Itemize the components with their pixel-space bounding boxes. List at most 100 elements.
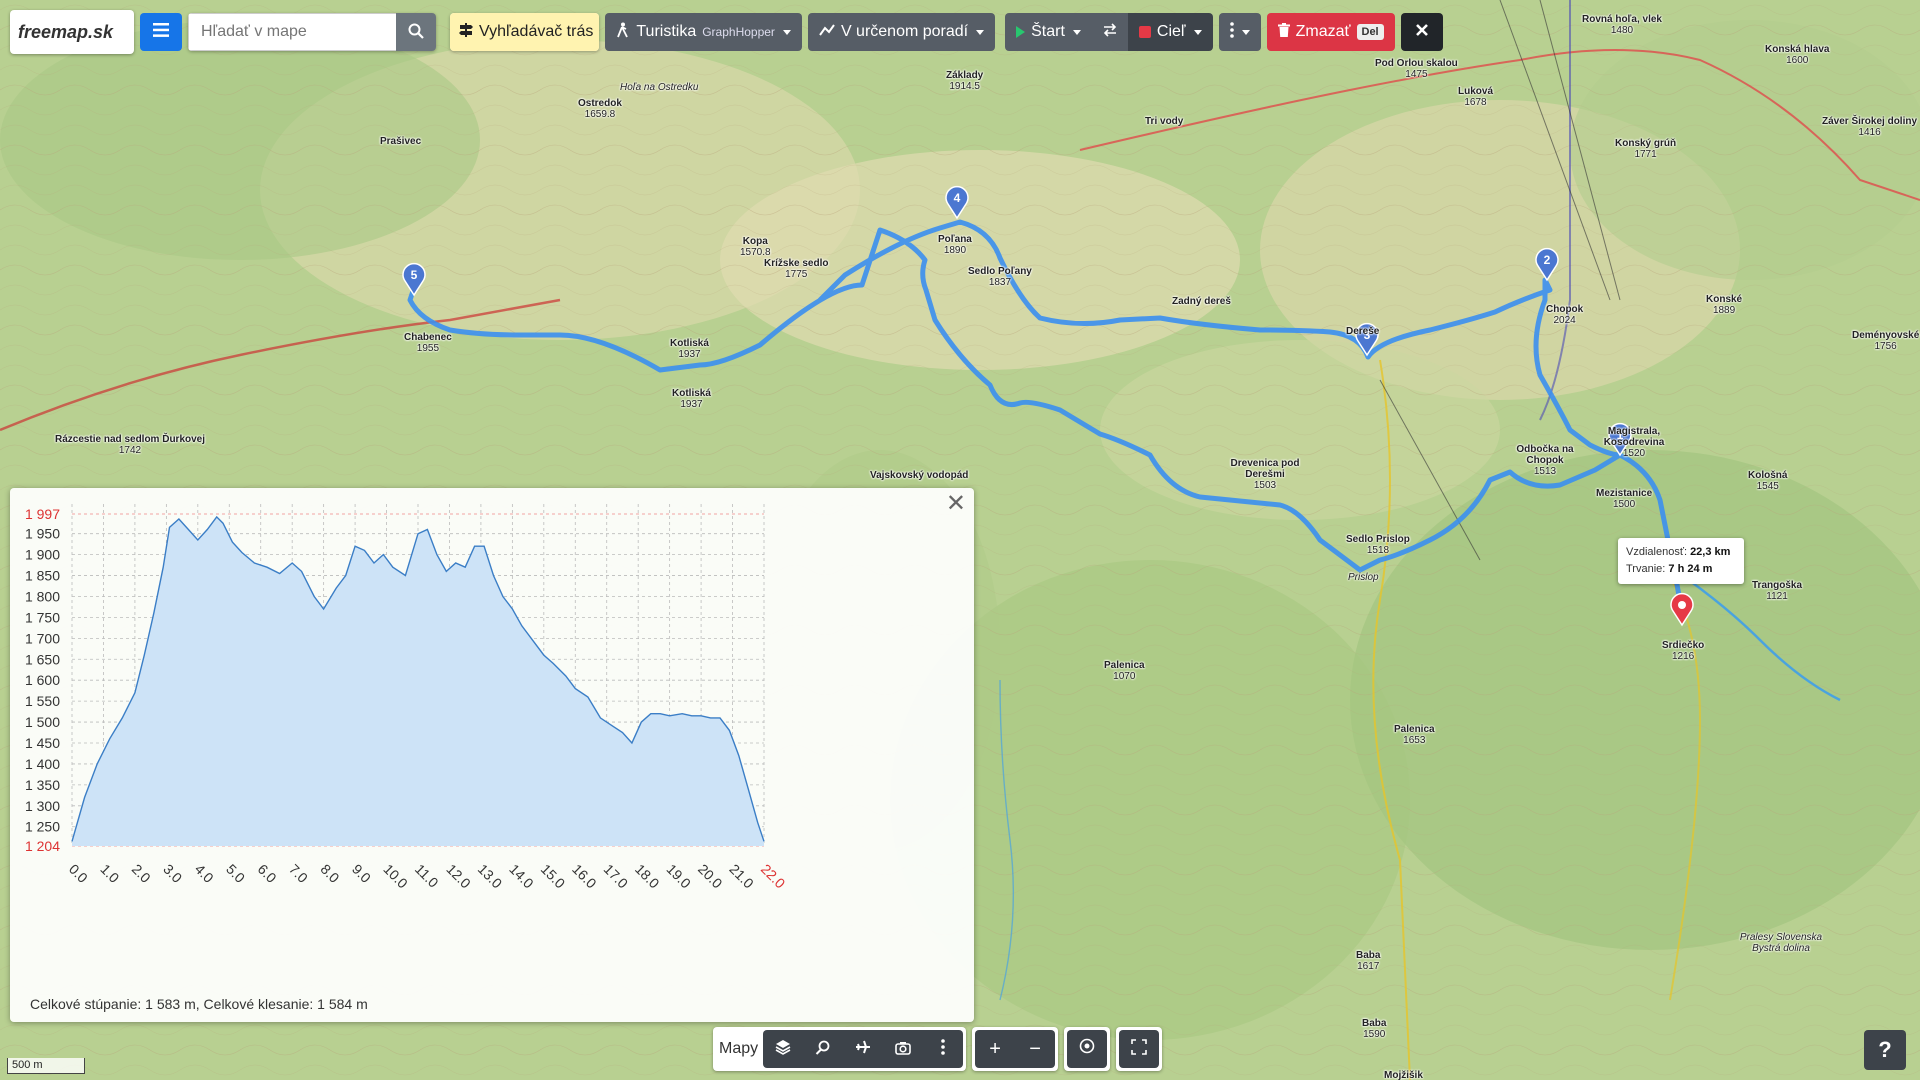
finish-flag-icon <box>1138 26 1151 38</box>
y-tick-label: 1 350 <box>25 777 60 793</box>
map-label-pralesy: Pralesy Slovenska Bystrá dolina <box>1739 932 1823 954</box>
search-icon <box>408 23 424 42</box>
y-tick-label: 1 500 <box>25 714 60 730</box>
x-tick-label: 9.0 <box>349 861 374 886</box>
y-tick-label: 1 600 <box>25 672 60 688</box>
start-dropdown[interactable]: Štart <box>1005 13 1092 51</box>
close-route-button[interactable] <box>1400 13 1443 51</box>
distance-row: Vzdialenosť: 22,3 km <box>1626 546 1731 558</box>
x-tick-label: 19.0 <box>664 861 695 892</box>
fullscreen-button[interactable] <box>1119 1030 1160 1068</box>
search-input[interactable] <box>188 13 396 51</box>
layers-button[interactable] <box>763 1030 804 1068</box>
locate-button[interactable] <box>1067 1030 1108 1068</box>
camera-button[interactable] <box>883 1030 924 1068</box>
map-label-pod-orlou-skalou: Pod Orlou skalou 1475 <box>1375 58 1458 80</box>
start-flag-icon <box>1016 26 1026 38</box>
map-label-drevenica: Drevenica pod Derešmi 1503 <box>1230 458 1300 491</box>
search-button[interactable] <box>396 13 436 51</box>
map-label-chopok: Chopok 2024 <box>1546 304 1584 326</box>
map-tools-group: Mapy <box>713 1027 967 1071</box>
map-label-magistrala: Magistrala, Kosodrevina 1520 <box>1603 426 1665 459</box>
delete-button[interactable]: Zmazať Del <box>1266 13 1395 51</box>
x-tick-label: 2.0 <box>129 861 154 886</box>
close-icon <box>1415 23 1428 41</box>
x-tick-label: 16.0 <box>569 861 600 892</box>
map-label-kotliska-upper: Kotliská 1937 <box>670 338 709 360</box>
plane-button[interactable] <box>843 1030 884 1068</box>
layers-icon <box>775 1038 791 1061</box>
map-label-krizske-sedlo: Krížske sedlo 1775 <box>764 258 829 280</box>
route-info-popup: Vzdialenosť: 22,3 km Trvanie: 7 h 24 m <box>1618 538 1744 584</box>
map-label-sedlo-polany: Sedlo Poľany 1837 <box>968 266 1032 288</box>
start-finish-group: Štart Cieľ <box>1005 13 1213 51</box>
help-button[interactable]: ? <box>1864 1030 1906 1070</box>
chevron-down-icon <box>782 29 791 35</box>
map-label-konske: Konské 1889 <box>1706 294 1743 316</box>
bottom-toolbar: Mapy + − <box>713 1027 1163 1071</box>
y-tick-label: 1 204 <box>25 838 60 854</box>
zoom-group: + − <box>972 1027 1059 1071</box>
zoom-out-button[interactable]: − <box>1015 1030 1056 1068</box>
search-group <box>188 13 436 51</box>
swap-button[interactable] <box>1091 13 1128 51</box>
app-logo[interactable]: freemap.sk <box>10 10 134 54</box>
map-label-prislop: Prislop <box>1348 572 1379 583</box>
chevron-down-icon <box>1241 29 1250 35</box>
map-label-prasivec: Prašivec <box>380 136 422 147</box>
duration-row: Trvanie: 7 h 24 m <box>1626 563 1713 575</box>
y-axis-ticks: 1 997 1 950 1 900 1 850 1 800 1 750 1 700 1 650… <box>25 506 60 854</box>
locate-group <box>1064 1027 1111 1071</box>
y-tick-label: 1 650 <box>25 651 60 667</box>
map-label-konska-hlava: Konská hlava 1600 <box>1765 44 1830 66</box>
map-label-zaver-sirokej: Záver Širokej doliny 1416 <box>1822 116 1918 138</box>
close-icon: ✕ <box>945 490 966 517</box>
map-label-razcestie: Rázcestie nad sedlom Ďurkovej 1742 <box>54 434 206 456</box>
delete-shortcut-badge: Del <box>1356 24 1384 40</box>
menu-button[interactable] <box>140 13 182 51</box>
more-vertical-icon <box>941 1038 945 1061</box>
map-label-baba-2: Baba 1590 <box>1362 1018 1387 1040</box>
y-tick-label: 1 997 <box>25 506 60 522</box>
transport-dropdown[interactable]: Turistika GraphHopper <box>605 13 802 51</box>
map-label-sedlo-prislop: Sedlo Prislop 1518 <box>1346 534 1410 556</box>
more-options-dropdown[interactable] <box>1218 13 1261 51</box>
x-tick-label: 8.0 <box>318 861 343 886</box>
map-search-button[interactable] <box>803 1030 844 1068</box>
map-label-trangoska: Trangoška 1121 <box>1752 580 1803 602</box>
x-tick-label: 12.0 <box>443 861 474 892</box>
hamburger-icon <box>153 22 169 42</box>
x-tick-label: 17.0 <box>601 861 632 892</box>
more-tools-button[interactable] <box>923 1030 964 1068</box>
fullscreen-icon <box>1131 1038 1147 1061</box>
y-tick-label: 1 700 <box>25 630 60 646</box>
map-label-mojzisik: Mojžišik <box>1384 1070 1423 1080</box>
zoom-in-button[interactable]: + <box>975 1030 1016 1068</box>
chart-close-button[interactable]: ✕ <box>946 492 966 516</box>
chevron-down-icon <box>1193 29 1202 35</box>
chevron-down-icon <box>1072 29 1081 35</box>
map-label-ostredok: Ostredok 1659.8 <box>578 98 622 120</box>
y-tick-label: 1 900 <box>25 547 60 563</box>
x-axis-ticks: 0.0 1.0 2.0 3.0 4.0 5.0 6.0 7.0 8.0 9.0 10.0 11.0 12… <box>66 861 789 892</box>
minus-icon: − <box>1029 1037 1041 1060</box>
x-tick-label: 5.0 <box>223 861 248 886</box>
x-tick-label: 22.0 <box>758 861 789 892</box>
more-vertical-icon <box>1229 21 1234 43</box>
hiker-icon <box>616 22 630 43</box>
route-planner-title[interactable]: Vyhľadávač trás <box>450 13 600 51</box>
y-tick-label: 1 850 <box>25 568 60 584</box>
y-tick-label: 1 950 <box>25 526 60 542</box>
map-label-derese: Dereše <box>1346 326 1380 337</box>
finish-dropdown[interactable]: Cieľ <box>1127 13 1213 51</box>
chevron-down-icon <box>976 29 985 35</box>
x-tick-label: 21.0 <box>726 861 757 892</box>
x-tick-label: 13.0 <box>475 861 506 892</box>
locate-icon <box>1078 1037 1096 1061</box>
elevation-chart[interactable]: 1 997 1 950 1 900 1 850 1 800 1 750 1 700 1 650… <box>10 488 974 988</box>
y-tick-label: 1 400 <box>25 756 60 772</box>
order-dropdown[interactable]: V určenom poradí <box>807 13 996 51</box>
question-icon: ? <box>1878 1037 1892 1062</box>
map-label-hola-na-ostredku: Hoľa na Ostredku <box>620 82 699 93</box>
swap-icon <box>1103 22 1117 42</box>
